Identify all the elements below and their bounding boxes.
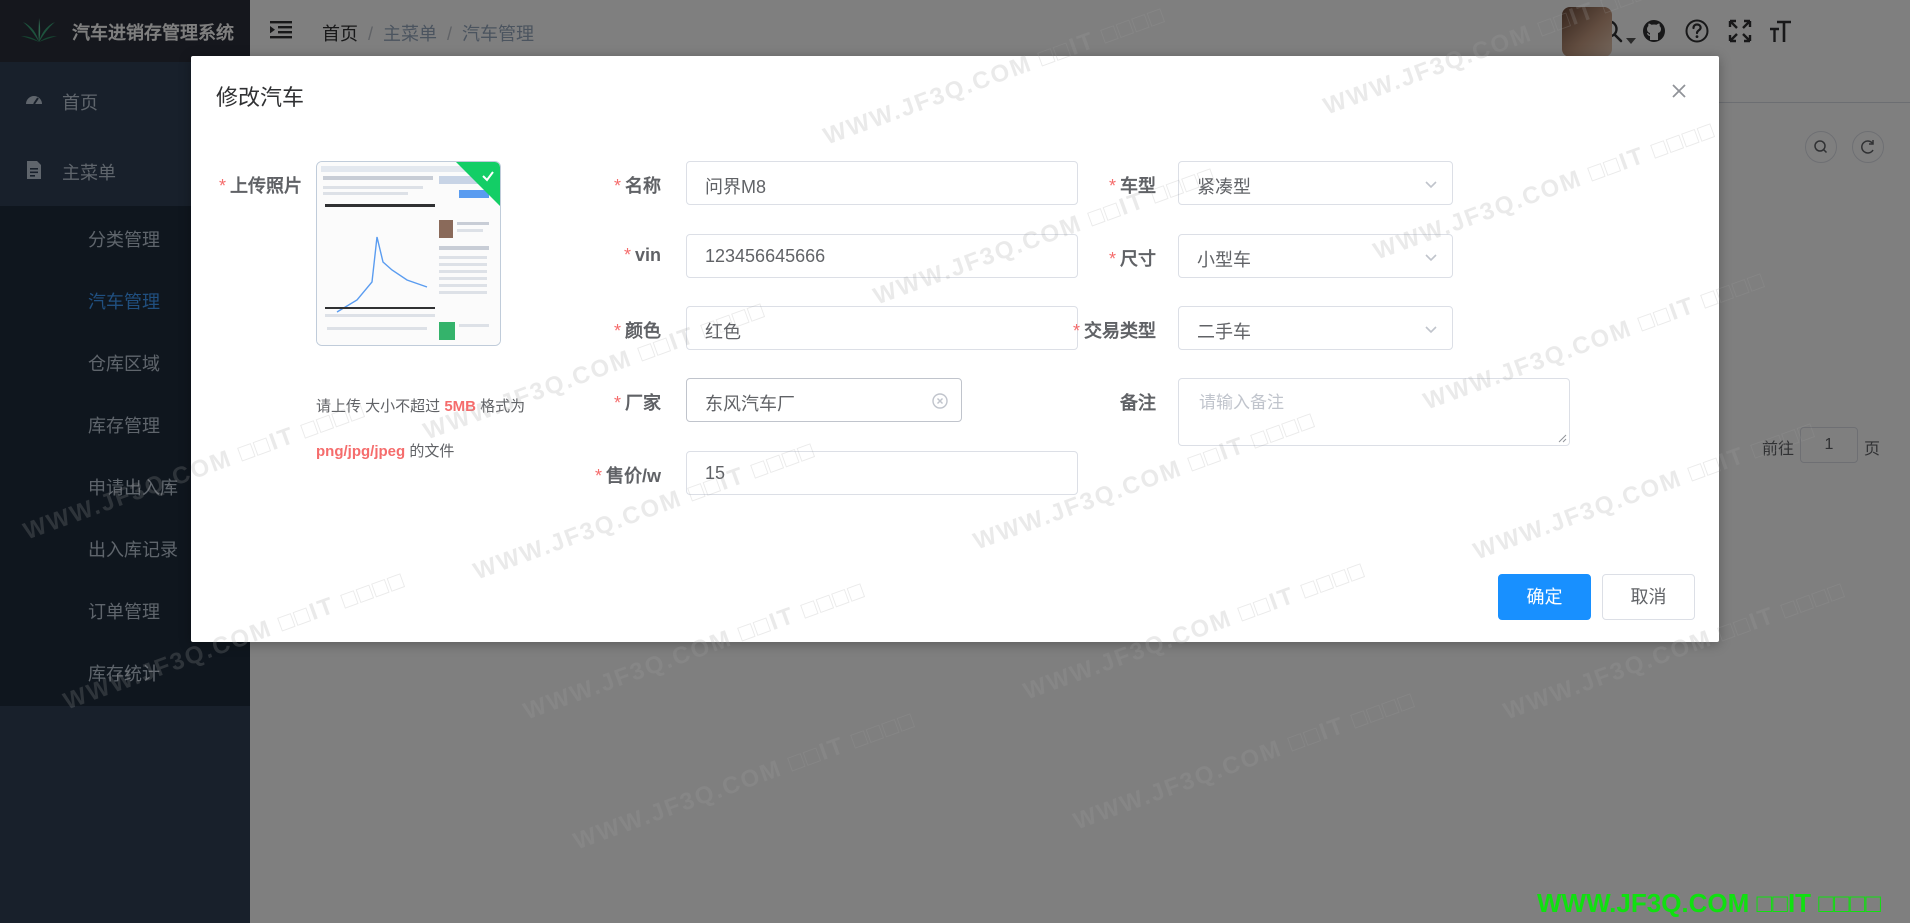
upload-label: * 上传照片 [219, 176, 303, 196]
resize-handle-icon[interactable] [1557, 433, 1567, 443]
close-icon[interactable] [1670, 82, 1688, 100]
manufacturer-label: * 厂家 [613, 393, 661, 413]
trade-type-label: * 交易类型 [1072, 321, 1156, 341]
cancel-button[interactable]: 取消 [1602, 574, 1695, 620]
chevron-down-icon [1425, 181, 1437, 189]
trade-type-select[interactable]: 二手车 [1178, 306, 1453, 350]
size-label: * 尺寸 [1108, 249, 1156, 269]
remark-textarea[interactable]: 请输入备注 [1178, 378, 1570, 446]
upload-photo-thumbnail[interactable] [316, 161, 501, 346]
manufacturer-input[interactable]: 东风汽车厂 [686, 378, 962, 422]
price-input[interactable]: 15 [686, 451, 1078, 495]
watermark-banner: WWW.JF3Q.COM □□IT □□□□ [1537, 888, 1882, 918]
color-label: * 颜色 [613, 321, 661, 341]
size-select[interactable]: 小型车 [1178, 234, 1453, 278]
chevron-down-icon [1425, 326, 1437, 334]
confirm-button[interactable]: 确定 [1498, 574, 1591, 620]
remark-label: 备注 [1120, 393, 1156, 413]
vin-label: * vin [623, 245, 661, 265]
car-type-select[interactable]: 紧凑型 [1178, 161, 1453, 205]
dialog-title: 修改汽车 [216, 85, 305, 110]
price-label: * 售价/w [594, 466, 661, 486]
edit-car-dialog: 修改汽车 * 上传照片 请上传 大小不超过 5MB 格式为 png/jpg/jp… [191, 56, 1719, 642]
car-type-label: * 车型 [1108, 176, 1156, 196]
clear-icon[interactable] [931, 392, 949, 410]
name-label: * 名称 [613, 176, 661, 196]
check-icon [482, 171, 494, 182]
chevron-down-icon [1425, 254, 1437, 262]
